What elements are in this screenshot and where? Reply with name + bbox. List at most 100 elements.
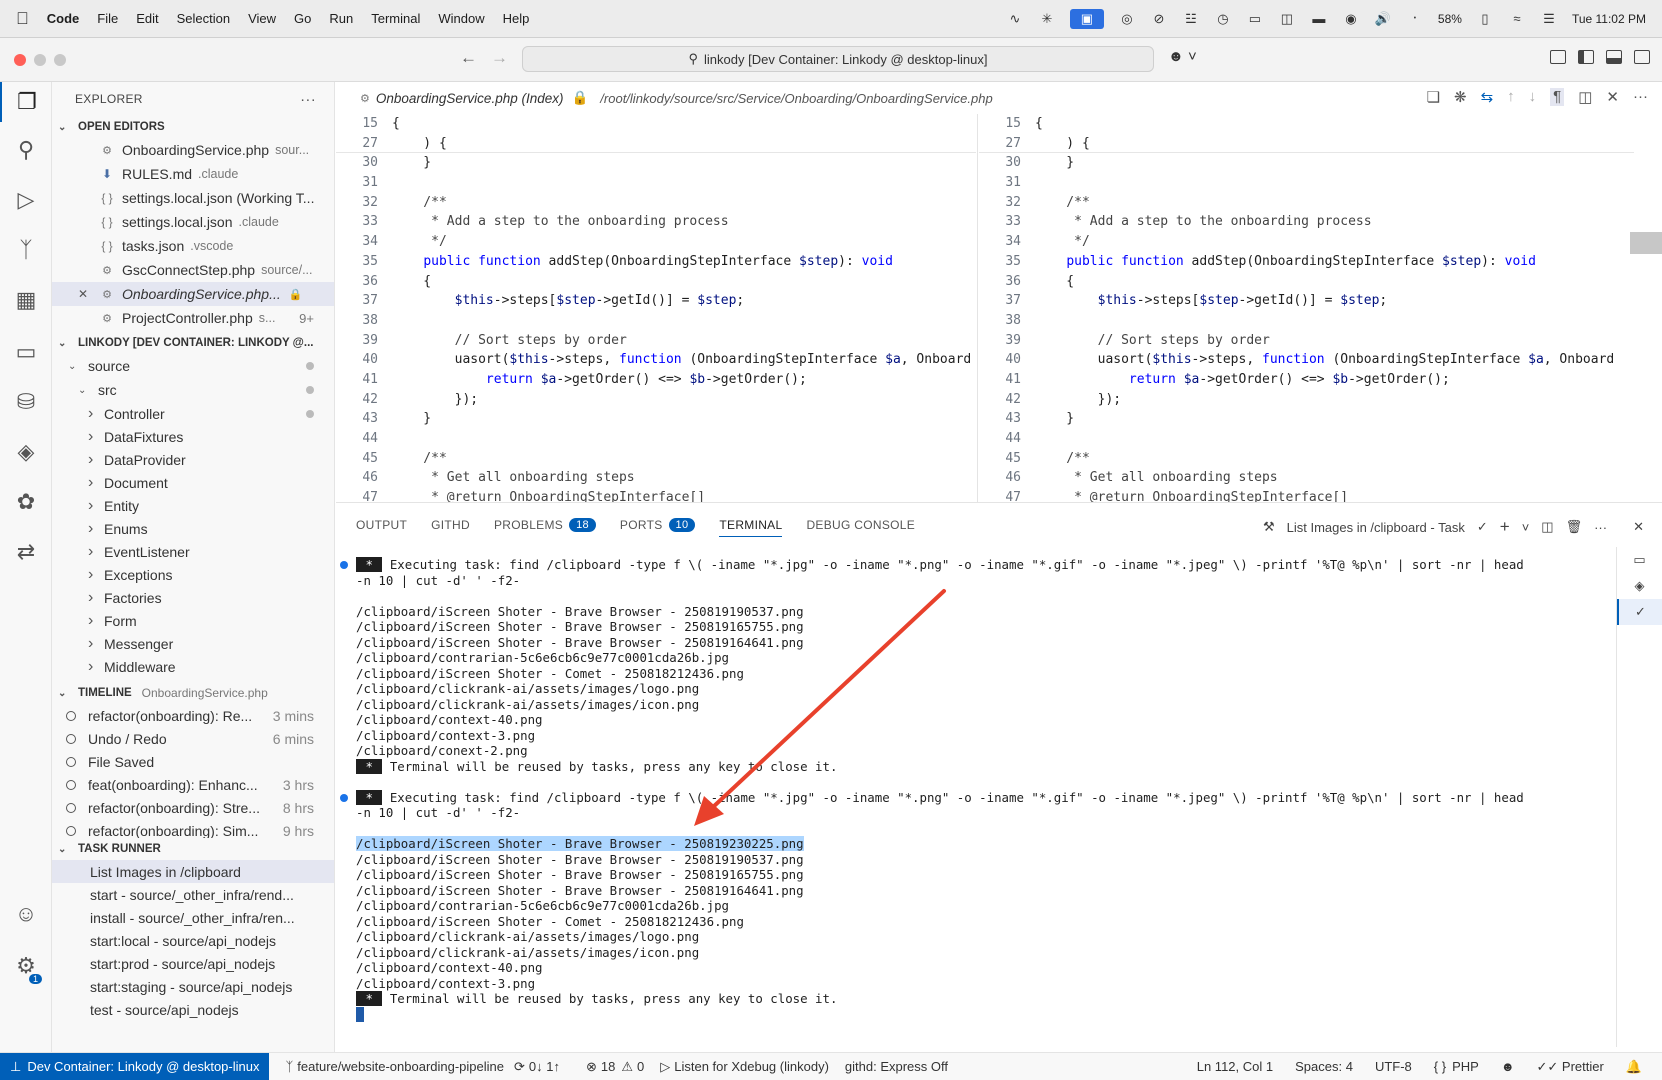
open-editor-item[interactable]: { } settings.local.json (Working T... (52, 186, 334, 210)
open-editor-item[interactable]: { } tasks.json .vscode (52, 234, 334, 258)
git-sync[interactable]: 0↓ 1↑ (529, 1059, 560, 1074)
remote-explorer-icon[interactable]: ▭ (0, 332, 52, 372)
tree-folder[interactable]: › Controller (52, 402, 334, 425)
window-icon[interactable]: ◫ (1278, 11, 1296, 26)
clock[interactable]: Tue 11:02 PM (1572, 12, 1646, 26)
back-arrow-icon[interactable]: ← (460, 48, 477, 68)
prettier-status[interactable]: ✓✓ Prettier (1537, 1059, 1604, 1075)
more-actions-icon[interactable]: ··· (300, 91, 316, 108)
task-item[interactable]: start:staging - source/api_nodejs (52, 975, 334, 998)
forward-arrow-icon[interactable]: → (491, 48, 508, 68)
tree-folder[interactable]: › DataFixtures (52, 425, 334, 448)
run-debug-icon[interactable]: ▷ (0, 180, 52, 220)
apple-icon[interactable]:  (16, 9, 29, 29)
toggle-panel-icon[interactable] (1606, 50, 1622, 64)
minimize-window-button[interactable] (34, 53, 46, 66)
pane-divider[interactable] (977, 114, 978, 502)
copilot-icon[interactable]: ☻ ˅ (1168, 48, 1197, 65)
diff-icon[interactable]: ⇄ (0, 532, 52, 572)
layout-customize-icon[interactable] (1550, 50, 1566, 64)
task-item[interactable]: install - source/_other_infra/ren... (52, 906, 334, 929)
task-item[interactable]: List Images in /clipboard (52, 860, 334, 883)
bluetooth-icon[interactable]: ᛫ (1406, 11, 1424, 26)
xdebug-listener[interactable]: Listen for Xdebug (linkody) (674, 1059, 829, 1074)
minimap-slider[interactable] (1630, 232, 1662, 254)
task-item[interactable]: start:prod - source/api_nodejs (52, 952, 334, 975)
indentation[interactable]: Spaces: 4 (1295, 1059, 1353, 1075)
warning-count[interactable]: 0 (637, 1059, 644, 1074)
split-editor-icon[interactable]: ◫ (1578, 88, 1592, 106)
open-editor-item[interactable]: ⚙ ProjectController.php s... 9+ (52, 306, 334, 330)
task-item[interactable]: test - source/api_nodejs (52, 998, 334, 1021)
tree-folder-src[interactable]: ⌄ src (52, 378, 334, 402)
next-change-icon[interactable]: ↓ (1529, 88, 1537, 106)
vpn-icon[interactable]: ▬ (1310, 11, 1328, 26)
command-decoration-icon[interactable] (340, 561, 348, 569)
menu-go[interactable]: Go (294, 11, 311, 26)
activity-icon[interactable]: ✳ (1038, 11, 1056, 26)
close-icon[interactable]: ✕ (78, 287, 98, 301)
tree-folder[interactable]: › Messenger (52, 632, 334, 655)
sparkle-icon[interactable]: ❋ (1454, 88, 1467, 106)
timeline-item[interactable]: refactor(onboarding): Sim... 9 hrs (52, 819, 334, 838)
dnd-icon[interactable]: ⊘ (1150, 11, 1168, 26)
airdrop-icon[interactable]: ◉ (1342, 11, 1360, 26)
cursor-position[interactable]: Ln 112, Col 1 (1197, 1059, 1273, 1075)
menu-terminal[interactable]: Terminal (371, 11, 420, 26)
tree-folder[interactable]: › Exceptions (52, 563, 334, 586)
layers-icon[interactable]: ◈ (0, 432, 52, 472)
remote-indicator[interactable]: ⊥ Dev Container: Linkody @ desktop-linux (0, 1052, 270, 1080)
explorer-icon[interactable]: ❐ (0, 82, 52, 122)
menu-run[interactable]: Run (329, 11, 353, 26)
open-editor-item[interactable]: ⚙ OnboardingService.php sour... (52, 138, 334, 162)
open-editor-item[interactable]: ⬇ RULES.md .claude (52, 162, 334, 186)
menu-window[interactable]: Window (438, 11, 484, 26)
menu-help[interactable]: Help (503, 11, 530, 26)
panel-tab-debug-console[interactable]: DEBUG CONSOLE (806, 514, 915, 536)
notifications-icon[interactable]: 🔔 (1626, 1059, 1642, 1075)
terminal-shell-icon[interactable]: ▭ (1617, 547, 1662, 573)
task-item[interactable]: start - source/_other_infra/rend... (52, 883, 334, 906)
chevron-down-icon[interactable]: ˅ (1522, 520, 1530, 535)
trash-icon[interactable]: 🗑 (1566, 519, 1583, 535)
source-control-icon[interactable]: ᛉ (0, 230, 52, 270)
close-panel-icon[interactable]: ✕ (1633, 519, 1644, 535)
menu-app[interactable]: Code (47, 11, 80, 26)
copilot-status-icon[interactable]: ☻ (1501, 1059, 1515, 1075)
docker-icon[interactable]: ☳ (1182, 11, 1200, 26)
tree-folder[interactable]: › Enums (52, 517, 334, 540)
close-editor-icon[interactable]: ✕ (1606, 88, 1619, 106)
githd-status[interactable]: githd: Express Off (845, 1059, 948, 1074)
task-runner-header[interactable]: ⌄ TASK RUNNER (52, 838, 334, 860)
close-window-button[interactable] (14, 53, 26, 66)
command-center[interactable]: ⚲ linkody [Dev Container: Linkody @ desk… (522, 46, 1154, 72)
terminal-check-icon[interactable]: ✓ (1617, 599, 1662, 625)
tree-folder[interactable]: › Middleware (52, 655, 334, 678)
battery-percent[interactable]: 58% (1438, 12, 1462, 26)
toggle-sidebar-icon[interactable] (1578, 50, 1594, 64)
panel-more-icon[interactable]: ··· (1594, 520, 1607, 535)
screen-share-icon[interactable]: ▣ (1069, 8, 1104, 29)
tree-folder[interactable]: › EventListener (52, 540, 334, 563)
menu-selection[interactable]: Selection (177, 11, 230, 26)
editor-more-icon[interactable]: ··· (1633, 88, 1648, 106)
panel-tab-githd[interactable]: GITHD (431, 514, 470, 536)
audio-wave-icon[interactable]: ∿ (1006, 11, 1024, 26)
timer-icon[interactable]: ◷ (1214, 11, 1232, 26)
panel-tab-ports[interactable]: PORTS 10 (620, 514, 696, 536)
screenshot-icon[interactable]: ◎ (1118, 11, 1136, 26)
display-icon[interactable]: ▭ (1246, 11, 1264, 26)
diff-pane-modified[interactable]: 15{27 ) {30 } 31 32 /** 33 * Add a step to … (979, 114, 1634, 502)
error-count[interactable]: 18 (601, 1059, 615, 1074)
menu-edit[interactable]: Edit (136, 11, 158, 26)
toggle-secondary-sidebar-icon[interactable] (1634, 50, 1650, 64)
extensions-icon[interactable]: ▦ (0, 280, 52, 320)
tree-folder[interactable]: › Document (52, 471, 334, 494)
tree-folder[interactable]: › DataProvider (52, 448, 334, 471)
timeline-item[interactable]: File Saved (52, 750, 334, 773)
database-icon[interactable]: ⛁ (0, 382, 52, 422)
open-editor-item[interactable]: ⚙ GscConnectStep.php source/... (52, 258, 334, 282)
tree-folder[interactable]: › Factories (52, 586, 334, 609)
volume-icon[interactable]: 🔊 (1374, 11, 1392, 26)
tree-folder[interactable]: › Form (52, 609, 334, 632)
